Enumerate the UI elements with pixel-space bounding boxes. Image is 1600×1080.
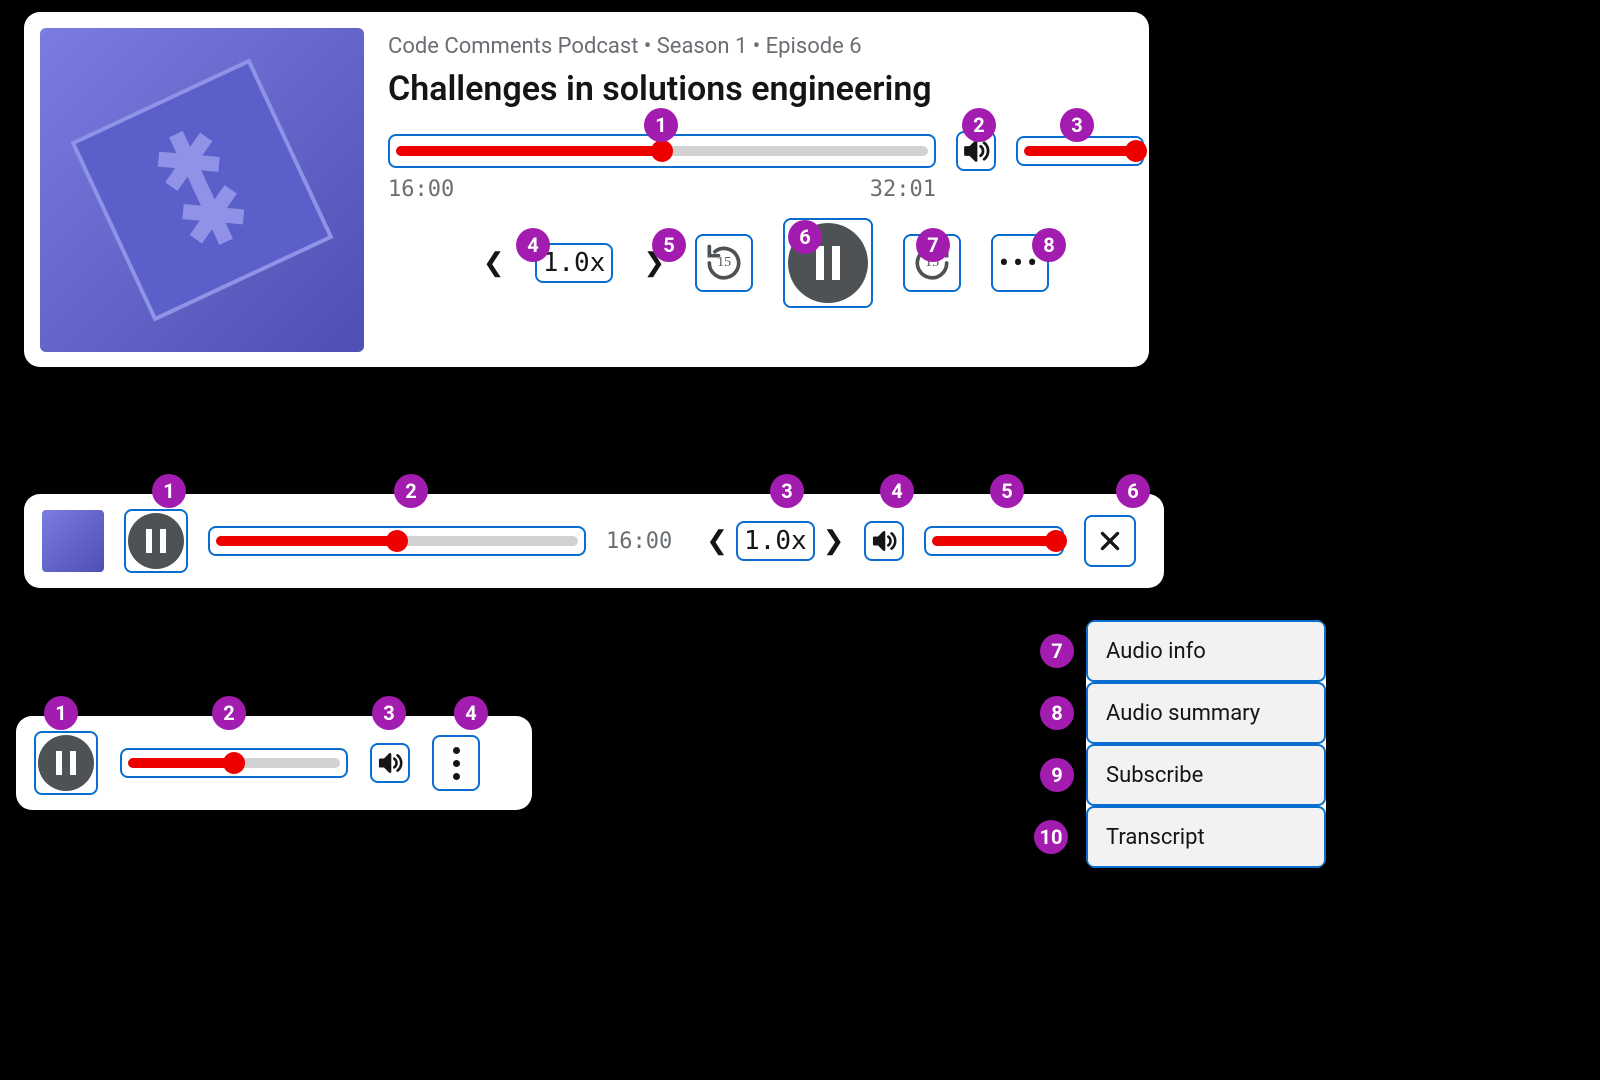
more-actions-menu: Audio info Audio summary Subscribe Trans… <box>1086 620 1326 868</box>
menu-item-audio-summary[interactable]: Audio summary <box>1086 682 1326 744</box>
callout: 1 <box>44 696 78 730</box>
callout: 10 <box>1034 820 1068 854</box>
menu-item-audio-info[interactable]: Audio info <box>1086 620 1326 682</box>
callout: 4 <box>880 474 914 508</box>
time-elapsed: 16:00 <box>606 529 672 554</box>
play-pause-button[interactable] <box>34 731 98 795</box>
callout: 1 <box>152 474 186 508</box>
callout: 7 <box>1040 634 1074 668</box>
audio-player-full: ✱✱ Code Comments Podcast • Season 1 • Ep… <box>24 12 1149 367</box>
episode-artwork-small <box>42 510 104 572</box>
rate-increase-button[interactable]: ❯ <box>823 526 845 556</box>
more-actions-button[interactable] <box>432 735 480 791</box>
callout: 8 <box>1032 228 1066 262</box>
time-duration: 32:01 <box>870 177 936 202</box>
callout: 4 <box>516 228 550 262</box>
rewind-seconds-label: 15 <box>717 255 731 271</box>
callout: 2 <box>962 108 996 142</box>
callout: 4 <box>454 696 488 730</box>
seek-slider[interactable] <box>120 748 348 778</box>
episode-artwork: ✱✱ <box>40 28 364 352</box>
callout: 3 <box>1060 108 1094 142</box>
rate-decrease-button[interactable]: ❮ <box>483 248 505 278</box>
episode-eyebrow: Code Comments Podcast • Season 1 • Episo… <box>388 34 1144 59</box>
volume-slider[interactable] <box>924 526 1064 556</box>
callout: 2 <box>212 696 246 730</box>
audio-player-mini <box>16 716 532 810</box>
time-elapsed: 16:00 <box>388 177 454 202</box>
callout: 9 <box>1040 758 1074 792</box>
callout: 3 <box>770 474 804 508</box>
volume-icon[interactable] <box>864 521 904 561</box>
audio-player-bar: 16:00 ❮ 1.0x ❯ <box>24 494 1164 588</box>
rewind-15-button[interactable]: 15 <box>695 234 753 292</box>
menu-item-subscribe[interactable]: Subscribe <box>1086 744 1326 806</box>
seek-slider[interactable] <box>208 526 586 556</box>
playback-rate[interactable]: 1.0x <box>736 521 815 561</box>
menu-item-transcript[interactable]: Transcript <box>1086 806 1326 868</box>
episode-title: Challenges in solutions engineering <box>388 69 1144 109</box>
callout: 5 <box>652 228 686 262</box>
callout: 8 <box>1040 696 1074 730</box>
volume-icon[interactable] <box>370 743 410 783</box>
callout: 7 <box>916 228 950 262</box>
play-pause-button[interactable] <box>124 509 188 573</box>
callout: 1 <box>644 108 678 142</box>
rate-decrease-button[interactable]: ❮ <box>706 526 728 556</box>
callout: 5 <box>990 474 1024 508</box>
callout: 6 <box>788 220 822 254</box>
callout: 3 <box>372 696 406 730</box>
callout: 2 <box>394 474 428 508</box>
close-button[interactable] <box>1084 515 1136 567</box>
callout: 6 <box>1116 474 1150 508</box>
